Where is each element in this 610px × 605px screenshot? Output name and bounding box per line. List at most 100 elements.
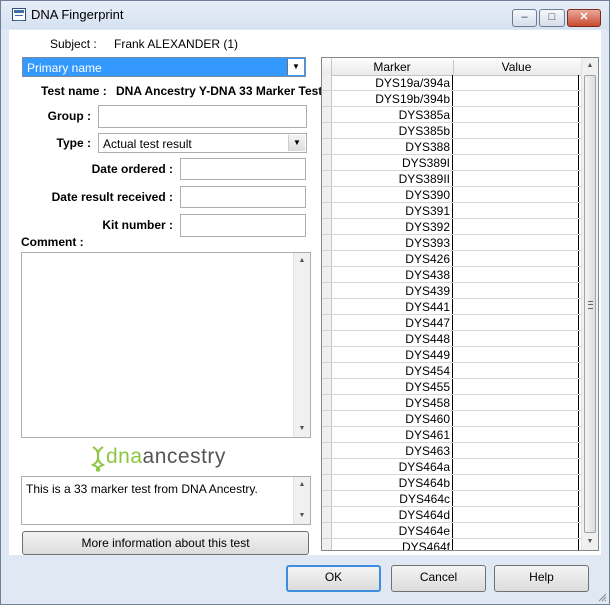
value-cell[interactable]	[452, 475, 579, 490]
grid-row[interactable]: DYS388	[322, 139, 581, 155]
grid-row[interactable]: DYS385a	[322, 107, 581, 123]
grid-row[interactable]: DYS455	[322, 379, 581, 395]
grid-row[interactable]: DYS463	[322, 443, 581, 459]
description-scrollbar[interactable]: ▲ ▼	[293, 477, 310, 524]
grid-row[interactable]: DYS441	[322, 299, 581, 315]
date-ordered-input[interactable]	[180, 158, 306, 180]
value-cell[interactable]	[452, 395, 579, 410]
value-cell[interactable]	[452, 187, 579, 202]
row-indicator[interactable]	[322, 171, 332, 186]
value-cell[interactable]	[452, 459, 579, 474]
grid-row[interactable]: DYS448	[322, 331, 581, 347]
scroll-up-icon[interactable]: ▲	[294, 477, 310, 493]
value-cell[interactable]	[452, 523, 579, 538]
value-cell[interactable]	[452, 267, 579, 282]
date-received-input[interactable]	[180, 186, 306, 208]
row-indicator[interactable]	[322, 251, 332, 266]
scroll-down-icon[interactable]: ▼	[294, 508, 310, 524]
value-cell[interactable]	[452, 283, 579, 298]
row-indicator[interactable]	[322, 219, 332, 234]
scroll-up-icon[interactable]: ▲	[582, 58, 598, 74]
marker-column-header[interactable]: Marker	[332, 60, 452, 74]
row-indicator[interactable]	[322, 75, 332, 90]
row-indicator[interactable]	[322, 107, 332, 122]
grid-row[interactable]: DYS389I	[322, 155, 581, 171]
grid-row[interactable]: DYS464e	[322, 523, 581, 539]
row-indicator[interactable]	[322, 267, 332, 282]
value-cell[interactable]	[452, 411, 579, 426]
name-select[interactable]: Primary name ▼	[22, 57, 306, 77]
row-indicator[interactable]	[322, 155, 332, 170]
value-cell[interactable]	[452, 155, 579, 170]
grid-row[interactable]: DYS439	[322, 283, 581, 299]
row-indicator[interactable]	[322, 283, 332, 298]
value-cell[interactable]	[452, 219, 579, 234]
grid-row[interactable]: DYS19b/394b	[322, 91, 581, 107]
grid-scrollbar[interactable]: ▲ ▼	[581, 58, 598, 550]
row-indicator[interactable]	[322, 411, 332, 426]
grid-row[interactable]: DYS464a	[322, 459, 581, 475]
scroll-down-icon[interactable]: ▼	[582, 534, 598, 550]
more-information-button[interactable]: More information about this test	[22, 531, 309, 555]
chevron-down-icon[interactable]: ▼	[287, 59, 304, 75]
row-indicator[interactable]	[322, 331, 332, 346]
value-cell[interactable]	[452, 75, 579, 90]
row-indicator[interactable]	[322, 395, 332, 410]
grid-row[interactable]: DYS464b	[322, 475, 581, 491]
value-cell[interactable]	[452, 363, 579, 378]
row-indicator[interactable]	[322, 491, 332, 506]
minimize-button[interactable]: –	[512, 9, 537, 27]
value-column-header[interactable]: Value	[453, 60, 579, 74]
value-cell[interactable]	[452, 139, 579, 154]
title-bar[interactable]: DNA Fingerprint – □ ✕	[1, 1, 609, 29]
grid-row[interactable]: DYS426	[322, 251, 581, 267]
grid-row[interactable]: DYS460	[322, 411, 581, 427]
row-indicator[interactable]	[322, 475, 332, 490]
grid-row[interactable]: DYS19a/394a	[322, 75, 581, 91]
row-indicator[interactable]	[322, 91, 332, 106]
grid-row[interactable]: DYS464c	[322, 491, 581, 507]
row-indicator[interactable]	[322, 299, 332, 314]
scroll-up-icon[interactable]: ▲	[294, 253, 310, 269]
grid-row[interactable]: DYS393	[322, 235, 581, 251]
value-cell[interactable]	[452, 107, 579, 122]
maximize-button[interactable]: □	[539, 9, 565, 27]
group-input[interactable]	[98, 105, 307, 128]
value-cell[interactable]	[452, 203, 579, 218]
row-indicator[interactable]	[322, 539, 332, 550]
row-indicator[interactable]	[322, 139, 332, 154]
ok-button[interactable]: OK	[286, 565, 381, 592]
comment-scrollbar[interactable]: ▲ ▼	[293, 253, 310, 437]
grid-row[interactable]: DYS458	[322, 395, 581, 411]
scroll-thumb[interactable]	[584, 75, 596, 533]
value-cell[interactable]	[452, 507, 579, 522]
grid-row[interactable]: DYS449	[322, 347, 581, 363]
value-cell[interactable]	[452, 171, 579, 186]
grid-row[interactable]: DYS464d	[322, 507, 581, 523]
row-indicator[interactable]	[322, 459, 332, 474]
row-indicator[interactable]	[322, 507, 332, 522]
grid-row[interactable]: DYS392	[322, 219, 581, 235]
resize-grip-icon[interactable]	[597, 592, 607, 602]
value-cell[interactable]	[452, 123, 579, 138]
value-cell[interactable]	[452, 427, 579, 442]
grid-row[interactable]: DYS389II	[322, 171, 581, 187]
row-indicator[interactable]	[322, 187, 332, 202]
scroll-down-icon[interactable]: ▼	[294, 421, 310, 437]
row-indicator[interactable]	[322, 427, 332, 442]
description-box[interactable]: This is a 33 marker test from DNA Ancest…	[21, 476, 311, 525]
value-cell[interactable]	[452, 539, 579, 550]
value-cell[interactable]	[452, 299, 579, 314]
marker-grid[interactable]: Marker Value DYS19a/394a DYS19b/394b DYS38…	[321, 57, 599, 551]
value-cell[interactable]	[452, 91, 579, 106]
value-cell[interactable]	[452, 347, 579, 362]
value-cell[interactable]	[452, 251, 579, 266]
grid-row[interactable]: DYS454	[322, 363, 581, 379]
grid-row[interactable]: DYS390	[322, 187, 581, 203]
help-button[interactable]: Help	[494, 565, 589, 592]
row-indicator[interactable]	[322, 379, 332, 394]
value-cell[interactable]	[452, 235, 579, 250]
grid-row[interactable]: DYS391	[322, 203, 581, 219]
chevron-down-icon[interactable]: ▼	[288, 135, 305, 151]
value-cell[interactable]	[452, 379, 579, 394]
